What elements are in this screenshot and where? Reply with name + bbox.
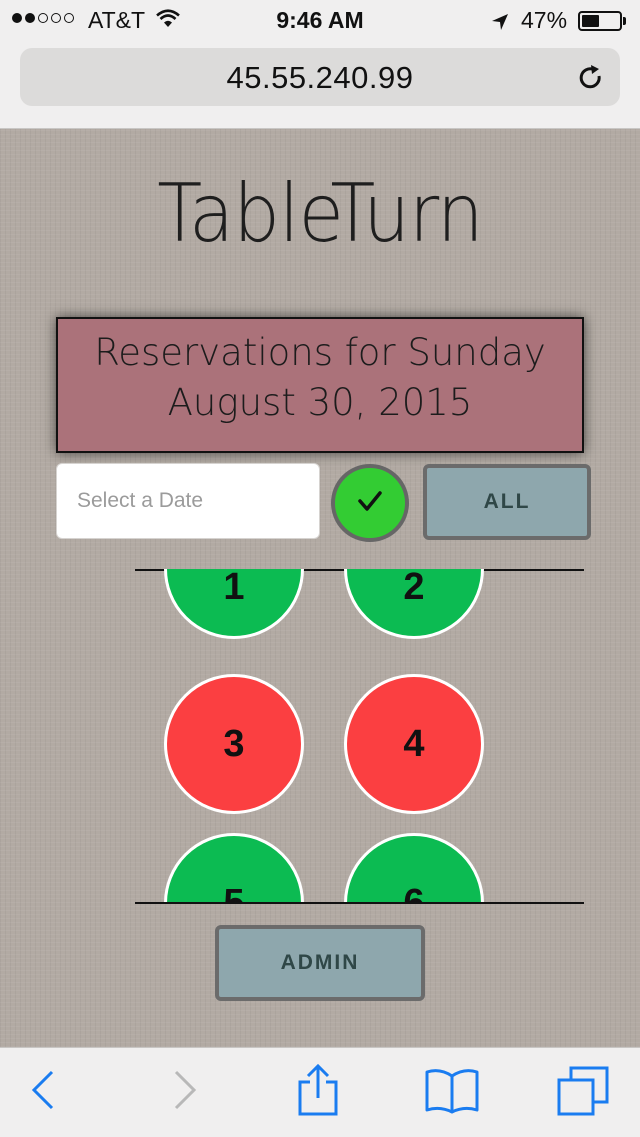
date-picker-input[interactable] xyxy=(56,463,320,539)
table-6[interactable]: 6 xyxy=(344,833,484,904)
share-icon[interactable] xyxy=(296,1063,340,1121)
reservation-banner: Reservations for Sunday August 30, 2015 xyxy=(56,317,584,453)
battery-percent: 47% xyxy=(521,7,568,33)
forward-icon[interactable] xyxy=(172,1068,198,1117)
table-5[interactable]: 5 xyxy=(164,833,304,904)
location-arrow-icon xyxy=(491,10,509,37)
table-map[interactable]: 1 2 3 4 5 6 xyxy=(135,569,584,904)
banner-title: Reservations for Sunday xyxy=(94,331,546,374)
battery-icon xyxy=(578,11,622,31)
table-1[interactable]: 1 xyxy=(164,569,304,639)
table-4[interactable]: 4 xyxy=(344,674,484,814)
confirm-date-button[interactable] xyxy=(331,464,409,542)
show-all-button[interactable]: ALL xyxy=(423,464,591,540)
table-number: 6 xyxy=(403,882,425,904)
table-number: 3 xyxy=(223,723,245,765)
table-number: 2 xyxy=(403,569,425,608)
url-text[interactable]: 45.55.240.99 xyxy=(20,60,620,96)
app-logo: TableTurn xyxy=(157,167,483,260)
back-icon[interactable] xyxy=(30,1068,56,1117)
table-number: 1 xyxy=(223,569,245,608)
address-bar[interactable]: 45.55.240.99 xyxy=(20,48,620,106)
table-number: 4 xyxy=(403,723,425,765)
checkmark-icon xyxy=(356,487,384,520)
table-2[interactable]: 2 xyxy=(344,569,484,639)
tabs-icon[interactable] xyxy=(557,1066,609,1121)
admin-button[interactable]: ADMIN xyxy=(215,925,425,1001)
battery-terminal xyxy=(623,17,626,25)
reload-icon[interactable] xyxy=(577,64,605,97)
browser-address-area: 45.55.240.99 xyxy=(0,40,640,129)
page-content: TableTurn Reservations for Sunday August… xyxy=(0,129,640,1047)
table-3[interactable]: 3 xyxy=(164,674,304,814)
banner-date: August 30, 2015 xyxy=(167,381,473,424)
table-number: 5 xyxy=(223,882,245,904)
bookmarks-icon[interactable] xyxy=(424,1068,480,1119)
table-map-bottom-border xyxy=(135,902,584,904)
browser-toolbar xyxy=(0,1047,640,1137)
status-bar: AT&T 9:46 AM 47% xyxy=(0,0,640,40)
